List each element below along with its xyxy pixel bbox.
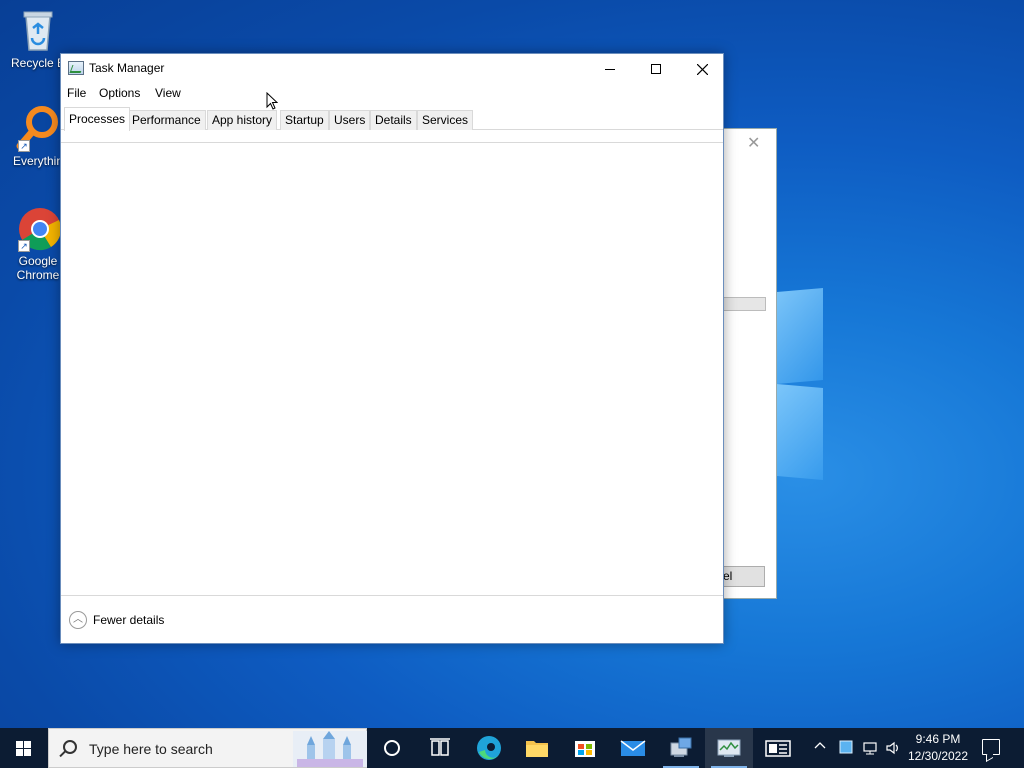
close-button[interactable]: [679, 54, 725, 83]
action-center-notification-icon[interactable]: [982, 739, 1000, 755]
minimize-button[interactable]: [587, 54, 633, 83]
clock-time: 9:46 PM: [915, 732, 961, 746]
maximize-icon: [651, 64, 661, 75]
taskbar-search-box[interactable]: Type here to search: [48, 728, 367, 768]
windows-start-icon: [16, 741, 32, 756]
background-dialog: ✕ el: [723, 128, 777, 599]
fewer-details-link[interactable]: Fewer details: [93, 613, 164, 627]
window-title: Task Manager: [89, 61, 165, 75]
processes-content-area: [61, 142, 723, 595]
show-hidden-icons-chevron-icon[interactable]: [814, 740, 826, 755]
taskbar-mail[interactable]: [609, 728, 657, 768]
background-dialog-cancel-button[interactable]: el: [723, 566, 765, 587]
edge-icon: [477, 736, 501, 760]
network-icon[interactable]: [862, 740, 878, 756]
taskbar-edge[interactable]: [465, 728, 513, 768]
task-manager-icon: [717, 739, 741, 757]
news-icon: [765, 740, 791, 757]
recycle-bin-icon: [14, 6, 62, 54]
minimize-icon: [605, 68, 615, 70]
cortana-icon: [384, 740, 400, 756]
tab-app-history[interactable]: App history: [207, 110, 278, 130]
tab-users[interactable]: Users: [329, 110, 371, 130]
file-explorer-icon: [526, 741, 548, 757]
mail-icon: [620, 740, 646, 756]
taskbar-task-manager[interactable]: [705, 728, 753, 768]
task-view-button[interactable]: [416, 728, 464, 768]
taskbar: Type here to search 9:46 PM 12/30/2022: [0, 728, 1024, 768]
tab-strip: Processes Performance App history Startu…: [61, 106, 723, 131]
background-dialog-close-icon[interactable]: ✕: [747, 133, 760, 153]
menu-view[interactable]: View: [155, 86, 181, 100]
start-button[interactable]: [0, 728, 48, 768]
tab-performance[interactable]: Performance: [127, 110, 206, 130]
taskbar-clock[interactable]: 9:46 PM 12/30/2022: [904, 731, 972, 765]
background-dialog-progress-bar: [723, 297, 766, 311]
cortana-button[interactable]: [368, 728, 416, 768]
close-icon: [696, 63, 708, 76]
chevron-up-icon[interactable]: ︿: [69, 611, 87, 629]
task-view-icon: [430, 738, 450, 756]
shortcut-arrow-icon: ↗: [18, 140, 30, 152]
tab-details[interactable]: Details: [370, 110, 417, 130]
volume-icon[interactable]: [885, 740, 901, 756]
shortcut-arrow-icon: ↗: [18, 240, 30, 252]
tab-startup[interactable]: Startup: [280, 110, 329, 130]
tab-processes[interactable]: Processes: [64, 107, 131, 131]
chrome-icon: ↗: [14, 204, 62, 252]
store-icon: [575, 741, 595, 757]
mouse-cursor-icon: [266, 92, 278, 110]
taskbar-file-explorer[interactable]: [513, 728, 561, 768]
task-manager-app-icon: [68, 61, 84, 75]
remote-desktop-icon: [670, 737, 692, 757]
taskbar-remote-desktop[interactable]: [657, 728, 705, 768]
taskbar-store[interactable]: [561, 728, 609, 768]
search-icon: [63, 740, 77, 754]
search-placeholder: Type here to search: [89, 741, 213, 757]
taskbar-news[interactable]: [754, 728, 802, 768]
everything-search-icon: ↗: [14, 104, 62, 152]
title-bar[interactable]: Task Manager: [61, 54, 723, 83]
tray-app-icon[interactable]: [838, 740, 854, 756]
menu-bar: File Options View: [61, 84, 723, 104]
tab-services[interactable]: Services: [417, 110, 474, 130]
maximize-button[interactable]: [633, 54, 679, 83]
clock-date: 12/30/2022: [907, 749, 969, 763]
search-highlight-castle-icon: [293, 731, 367, 767]
footer: ︿ Fewer details: [61, 595, 723, 645]
menu-file[interactable]: File: [67, 86, 86, 100]
menu-options[interactable]: Options: [99, 86, 140, 100]
task-manager-window: Task Manager File Options View Processes…: [60, 53, 724, 644]
